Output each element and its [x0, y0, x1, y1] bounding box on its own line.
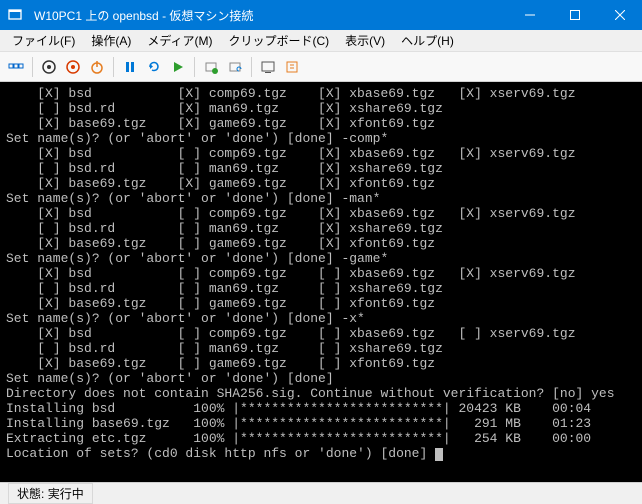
term-line: Set name(s)? (or 'abort' or 'done') [don…: [6, 311, 365, 326]
reset-button[interactable]: [144, 57, 164, 77]
toolbar-separator: [251, 57, 252, 77]
term-line: Set name(s)? (or 'abort' or 'done') [don…: [6, 251, 388, 266]
title-bar: W10PC1 上の openbsd - 仮想マシン接続: [0, 0, 642, 30]
term-line: Directory does not contain SHA256.sig. C…: [6, 386, 615, 401]
status-value: 実行中: [48, 487, 84, 501]
term-line: [X] base69.tgz [X] game69.tgz [X] xfont6…: [6, 116, 435, 131]
term-line: Installing bsd 100% |*******************…: [6, 401, 591, 416]
term-line: [X] bsd [ ] comp69.tgz [ ] xbase69.tgz […: [6, 326, 576, 341]
window-title: W10PC1 上の openbsd - 仮想マシン接続: [30, 7, 507, 24]
menu-media[interactable]: メディア(M): [139, 30, 220, 51]
term-line: Set name(s)? (or 'abort' or 'done') [don…: [6, 131, 388, 146]
term-line: Set name(s)? (or 'abort' or 'done') [don…: [6, 191, 380, 206]
play-button[interactable]: [168, 57, 188, 77]
term-line: [X] bsd [ ] comp69.tgz [ ] xbase69.tgz […: [6, 266, 576, 281]
terminal-cursor: [435, 448, 443, 461]
enhanced-session-button[interactable]: [258, 57, 278, 77]
toolbar-separator: [113, 57, 114, 77]
menu-file[interactable]: ファイル(F): [4, 30, 83, 51]
term-line: [X] base69.tgz [X] game69.tgz [X] xfont6…: [6, 176, 435, 191]
menu-view[interactable]: 表示(V): [337, 30, 393, 51]
term-line: Set name(s)? (or 'abort' or 'done') [don…: [6, 371, 334, 386]
menu-clipboard[interactable]: クリップボード(C): [220, 30, 337, 51]
toolbar-separator: [194, 57, 195, 77]
term-line: Installing base69.tgz 100% |************…: [6, 416, 591, 431]
term-line: [X] bsd [ ] comp69.tgz [X] xbase69.tgz […: [6, 146, 576, 161]
shutdown-button[interactable]: [87, 57, 107, 77]
term-line: [X] base69.tgz [ ] game69.tgz [X] xfont6…: [6, 236, 435, 251]
window-icon: [0, 7, 30, 23]
term-line: [X] base69.tgz [ ] game69.tgz [ ] xfont6…: [6, 296, 435, 311]
toolbar: [0, 52, 642, 82]
close-button[interactable]: [597, 0, 642, 30]
status-label: 状態: [17, 487, 41, 501]
maximize-button[interactable]: [552, 0, 597, 30]
revert-button[interactable]: [225, 57, 245, 77]
status-cell: 状態: 実行中: [8, 483, 93, 504]
term-line: [ ] bsd.rd [X] man69.tgz [X] xshare69.tg…: [6, 101, 443, 116]
term-line: [X] bsd [ ] comp69.tgz [X] xbase69.tgz […: [6, 206, 576, 221]
menu-action[interactable]: 操作(A): [83, 30, 139, 51]
toolbar-separator: [32, 57, 33, 77]
ctrl-alt-del-button[interactable]: [6, 57, 26, 77]
term-line: [ ] bsd.rd [ ] man69.tgz [X] xshare69.tg…: [6, 161, 443, 176]
start-button[interactable]: [39, 57, 59, 77]
share-button[interactable]: [282, 57, 302, 77]
term-line: [X] bsd [X] comp69.tgz [X] xbase69.tgz […: [6, 86, 576, 101]
term-line: [ ] bsd.rd [ ] man69.tgz [X] xshare69.tg…: [6, 221, 443, 236]
term-line: [X] base69.tgz [ ] game69.tgz [ ] xfont6…: [6, 356, 435, 371]
checkpoint-button[interactable]: [201, 57, 221, 77]
term-line: Extracting etc.tgz 100% |***************…: [6, 431, 591, 446]
menu-help[interactable]: ヘルプ(H): [393, 30, 462, 51]
term-line: [ ] bsd.rd [ ] man69.tgz [ ] xshare69.tg…: [6, 281, 443, 296]
term-line: [ ] bsd.rd [ ] man69.tgz [ ] xshare69.tg…: [6, 341, 443, 356]
status-bar: 状態: 実行中: [0, 482, 642, 504]
minimize-button[interactable]: [507, 0, 552, 30]
terminal-output[interactable]: [X] bsd [X] comp69.tgz [X] xbase69.tgz […: [0, 82, 642, 482]
term-line: Location of sets? (cd0 disk http nfs or …: [6, 446, 435, 461]
turn-off-button[interactable]: [63, 57, 83, 77]
menu-bar: ファイル(F) 操作(A) メディア(M) クリップボード(C) 表示(V) ヘ…: [0, 30, 642, 52]
pause-button[interactable]: [120, 57, 140, 77]
